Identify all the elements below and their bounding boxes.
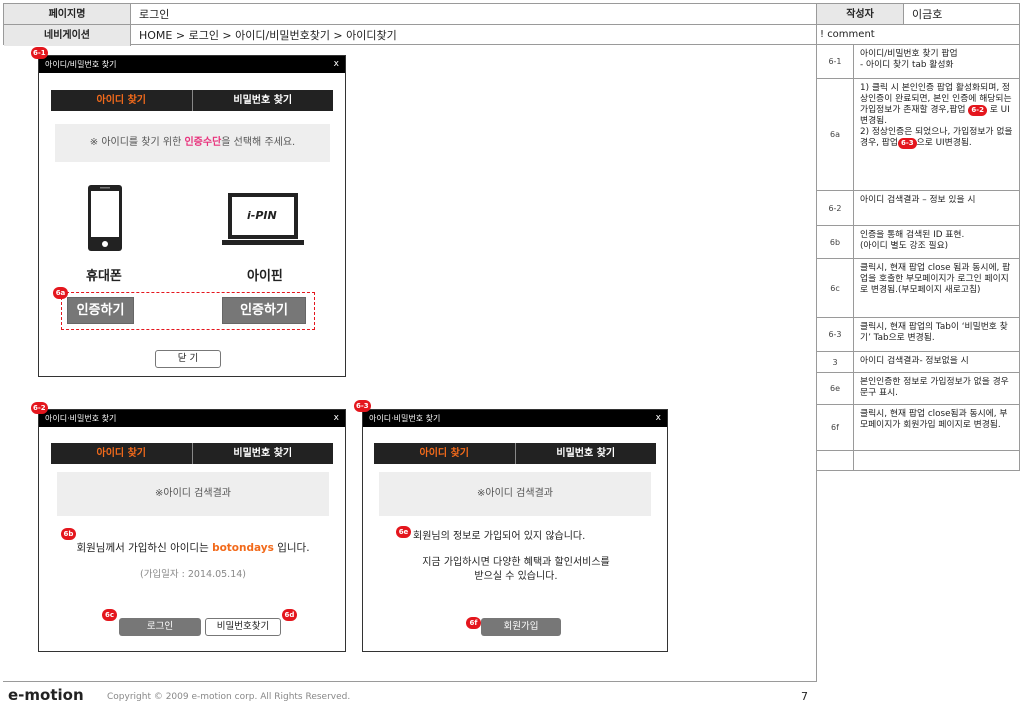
no-account-message: 회원님의 정보로 가입되어 있지 않습니다.	[413, 531, 586, 542]
ipin-laptop-icon[interactable]: i-PIN	[221, 192, 305, 250]
author-label: 작성자	[817, 4, 904, 25]
close-button[interactable]: 닫 기	[155, 350, 221, 368]
annotation-badge-6-3: 6-3	[354, 400, 371, 412]
popup-tabs: 아이디 찾기 비밀번호 찾기	[374, 443, 656, 464]
find-id-popup: 아이디/비밀번호 찾기 x 아이디 찾기 비밀번호 찾기 ※ 아이디를 찾기 위…	[38, 55, 346, 377]
author-value: 이금호	[904, 4, 1019, 25]
comment-header: ! comment	[817, 24, 1020, 45]
result-title-box: ※아이디 검색결과	[57, 472, 329, 516]
annotation-badge-6b: 6b	[61, 528, 76, 540]
annotation-badge-6f: 6f	[466, 617, 481, 629]
annotation-badge-inline: 6-3	[897, 138, 917, 149]
comment-row: 6c 클릭시, 현재 팝업 close 됨과 동시에, 팝업을 호출한 부모페이…	[817, 259, 1020, 318]
found-id: botondays	[212, 542, 274, 554]
phone-auth-button[interactable]: 인증하기	[67, 297, 134, 324]
tab-find-password[interactable]: 비밀번호 찾기	[191, 90, 333, 111]
login-button[interactable]: 로그인	[119, 618, 201, 636]
annotation-badge-6e: 6e	[396, 526, 411, 538]
ipin-auth-button[interactable]: 인증하기	[222, 297, 306, 324]
annotation-badge-6c: 6c	[102, 609, 117, 621]
annotation-badge-6d: 6d	[282, 609, 297, 621]
find-id-result-popup: 아이디·비밀번호 찾기 x 아이디 찾기 비밀번호 찾기 ※아이디 검색결과 6…	[38, 409, 346, 652]
popup-titlebar: 아이디·비밀번호 찾기 x	[363, 410, 667, 427]
close-icon[interactable]: x	[334, 410, 339, 427]
comment-row: 6a 1) 클릭 시 본인인증 팝업 활성화되며, 정상인증이 완료되면, 본인…	[817, 79, 1020, 191]
id-result-message: 회원님께서 가입하신 아이디는 botondays 입니다.	[76, 542, 310, 554]
ipin-label: 아이핀	[247, 269, 283, 284]
tab-find-id[interactable]: 아이디 찾기	[374, 443, 515, 464]
comment-row: 3 아이디 검색결과- 정보없을 시	[817, 352, 1020, 373]
annotation-badge-6-2: 6-2	[31, 402, 48, 414]
page-name-label: 페이지명	[4, 4, 131, 25]
comment-row: 6-3 클릭시, 현재 팝업의 Tab이 ‘비밀번호 찾기’ Tab으로 변경됨…	[817, 318, 1020, 352]
popup-tabs: 아이디 찾기 비밀번호 찾기	[51, 90, 333, 111]
close-icon[interactable]: x	[656, 410, 661, 427]
find-password-button[interactable]: 비밀번호찾기	[205, 618, 281, 636]
popup-titlebar: 아이디·비밀번호 찾기 x	[39, 410, 345, 427]
copyright: Copyright © 2009 e-motion corp. All Righ…	[107, 692, 351, 702]
auth-method-highlight: 인증수단	[184, 137, 222, 148]
popup-title: 아이디·비밀번호 찾기	[45, 414, 117, 423]
company-logo: e-motion	[8, 686, 84, 704]
comment-row: 6e 본인인증한 정보로 가입정보가 없을 경우 문구 표시.	[817, 373, 1020, 405]
tab-find-password[interactable]: 비밀번호 찾기	[514, 443, 656, 464]
popup-tabs: 아이디 찾기 비밀번호 찾기	[51, 443, 333, 464]
join-button[interactable]: 회원가입	[481, 618, 561, 636]
join-promo-line2: 받으실 수 있습니다.	[474, 571, 558, 582]
popup-title: 아이디/비밀번호 찾기	[45, 60, 117, 69]
join-date: (가입일자 : 2014.05.14)	[139, 569, 246, 580]
tab-find-id[interactable]: 아이디 찾기	[51, 443, 192, 464]
annotation-badge-6a: 6a	[53, 287, 68, 299]
tab-find-password[interactable]: 비밀번호 찾기	[191, 443, 333, 464]
comment-row	[817, 451, 1020, 471]
result-title-box: ※아이디 검색결과	[379, 472, 651, 516]
page-number: 7	[801, 690, 808, 703]
comment-row: 6-2 아이디 검색결과 – 정보 있을 시	[817, 191, 1020, 226]
annotation-badge-inline: 6-2	[968, 105, 987, 116]
close-icon[interactable]: x	[334, 56, 339, 73]
comment-row: 6-1 아이디/비밀번호 찾기 팝업 - 아이디 찾기 tab 활성화	[817, 45, 1020, 79]
nav-label: 네비게이션	[4, 25, 131, 46]
comment-table: ! comment 6-1 아이디/비밀번호 찾기 팝업 - 아이디 찾기 ta…	[817, 24, 1020, 471]
page-name-value: 로그인	[131, 4, 817, 25]
ipin-logo-text: i-PIN	[247, 209, 277, 222]
phone-icon[interactable]	[87, 184, 123, 252]
join-promo-line1: 지금 가입하시면 다양한 혜택과 할인서비스를	[422, 557, 610, 568]
tab-find-id[interactable]: 아이디 찾기	[51, 90, 192, 111]
no-account-popup: 아이디·비밀번호 찾기 x 아이디 찾기 비밀번호 찾기 ※아이디 검색결과 6…	[362, 409, 668, 652]
phone-label: 휴대폰	[86, 269, 122, 284]
popup-title: 아이디·비밀번호 찾기	[369, 414, 441, 423]
comment-row: 6f 클릭시, 현재 팝업 close됨과 동시에, 부모페이지가 회원가입 페…	[817, 405, 1020, 451]
auth-notice: ※ 아이디를 찾기 위한 인증수단을 선택해 주세요.	[55, 124, 330, 162]
nav-value: HOME > 로그인 > 아이디/비밀번호찾기 > 아이디찾기	[131, 25, 817, 46]
annotation-badge-6-1: 6-1	[31, 47, 48, 59]
popup-titlebar: 아이디/비밀번호 찾기 x	[39, 56, 345, 73]
comment-row: 6b 인증을 통해 검색된 ID 표현. (아이디 별도 강조 필요)	[817, 226, 1020, 259]
